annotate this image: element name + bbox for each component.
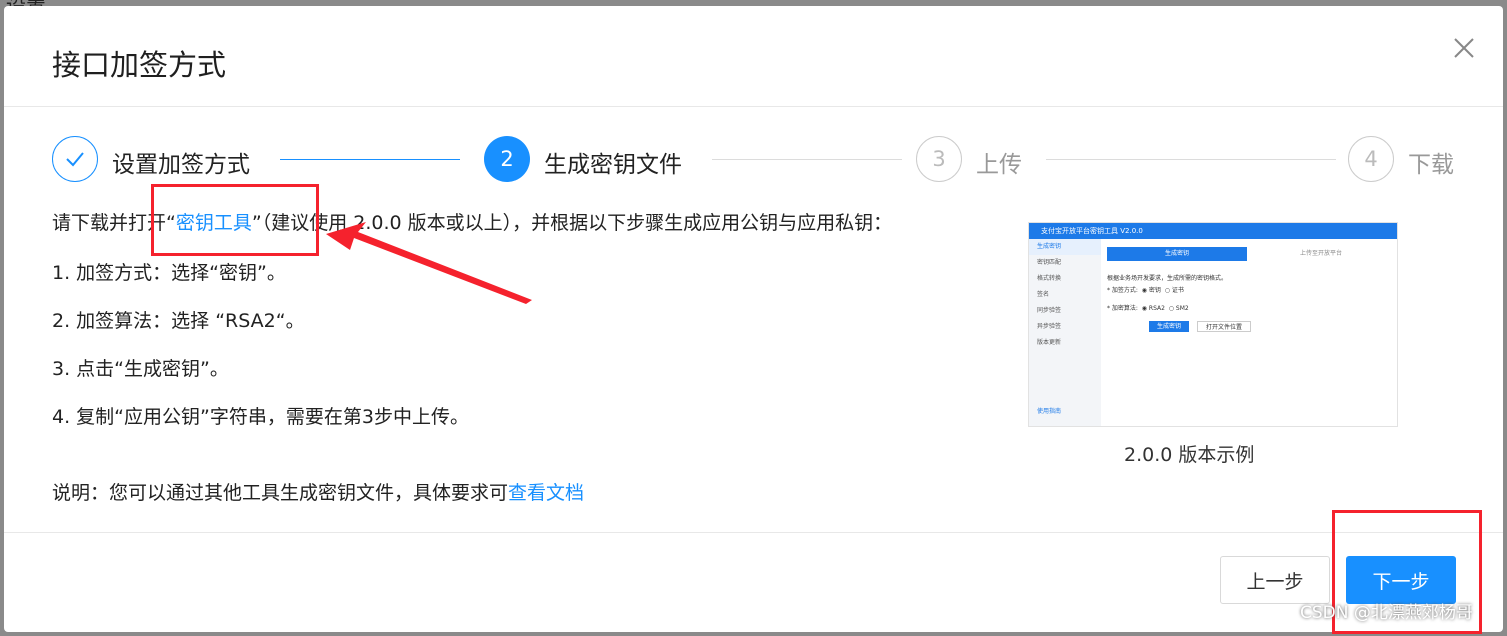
step-2-label: 生成密钥文件: [544, 152, 682, 178]
preview-open-button: 打开文件位置: [1197, 321, 1251, 332]
preview-help: 使用指南: [1037, 408, 1062, 415]
preview-sidebar-item: 密钥匹配: [1037, 259, 1062, 266]
step-4-label: 下载: [1408, 152, 1454, 178]
step-4-circle: 4: [1348, 136, 1394, 182]
preview-tab: 上传至开放平台: [1299, 250, 1342, 257]
instruction-item: 4. 复制“应用公钥”字符串，需要在第3步中上传。: [52, 406, 469, 428]
preview-sidebar: 生成密钥 密钥匹配 格式转换 签名 同步验签 异步验签 版本更新 使用指南: [1029, 239, 1101, 426]
dialog: 接口加签方式 设置加签方式 2 生成密钥文件 3 上传 4 下载 请下载并打开“…: [4, 6, 1503, 632]
preview-sidebar-item: 同步验签: [1037, 307, 1062, 314]
annotation-arrow: [326, 222, 532, 304]
preview-hint: 根据业务场开发要求，生成所需的密钥格式。: [1107, 275, 1228, 282]
step-3-circle: 3: [916, 136, 962, 182]
annotation-box: [151, 184, 319, 256]
step-connector: [280, 159, 460, 160]
dialog-header: 接口加签方式: [4, 6, 1503, 107]
view-docs-link[interactable]: 查看文档: [508, 482, 584, 504]
close-icon[interactable]: [1450, 34, 1478, 62]
step-3-label: 上传: [976, 152, 1022, 178]
step-connector: [1046, 159, 1336, 160]
dialog-title: 接口加签方式: [52, 48, 227, 82]
watermark: CSDN @北漂燕郊杨哥: [1300, 603, 1473, 623]
instruction-item: 2. 加签算法：选择 “RSA2“。: [52, 310, 305, 332]
step-1-circle: [52, 136, 98, 182]
preview-algo-row: * 加密算法: ◉ RSA2 ○ SM2: [1107, 305, 1189, 312]
step-1-label: 设置加签方式: [112, 152, 250, 178]
instruction-item: 1. 加签方式：选择“密钥”。: [52, 262, 286, 284]
preview-generate-button: 生成密钥: [1149, 321, 1189, 332]
preview-tab: 生成密钥: [1107, 247, 1247, 261]
preview-titlebar: 支付宝开放平台密钥工具 V2.0.0: [1029, 223, 1397, 239]
preview-sidebar-item: 版本更新: [1037, 339, 1062, 346]
preview-main: 生成密钥 上传至开放平台 根据业务场开发要求，生成所需的密钥格式。 * 加签方式…: [1101, 239, 1397, 426]
check-icon: [66, 152, 84, 167]
dialog-footer-divider: [4, 532, 1503, 533]
preview-method-row: * 加签方式: ◉ 密钥 ○ 证书: [1107, 287, 1184, 294]
prev-step-button[interactable]: 上一步: [1220, 556, 1330, 604]
preview-sidebar-item: 签名: [1037, 291, 1050, 298]
preview-sidebar-item: 异步验签: [1037, 323, 1062, 330]
steps: 设置加签方式 2 生成密钥文件 3 上传 4 下载: [52, 136, 1462, 188]
note-text: 说明：您可以通过其他工具生成密钥文件，具体要求可查看文档: [52, 482, 585, 504]
step-2-circle: 2: [484, 136, 530, 182]
tool-preview-image: 支付宝开放平台密钥工具 V2.0.0 生成密钥 密钥匹配 格式转换 签名 同步验…: [1028, 222, 1398, 427]
preview-caption: 2.0.0 版本示例: [1124, 444, 1255, 466]
step-connector: [712, 159, 902, 160]
preview-sidebar-item: 生成密钥: [1029, 239, 1101, 255]
instruction-item: 3. 点击“生成密钥”。: [52, 358, 229, 380]
preview-sidebar-item: 格式转换: [1037, 275, 1062, 282]
